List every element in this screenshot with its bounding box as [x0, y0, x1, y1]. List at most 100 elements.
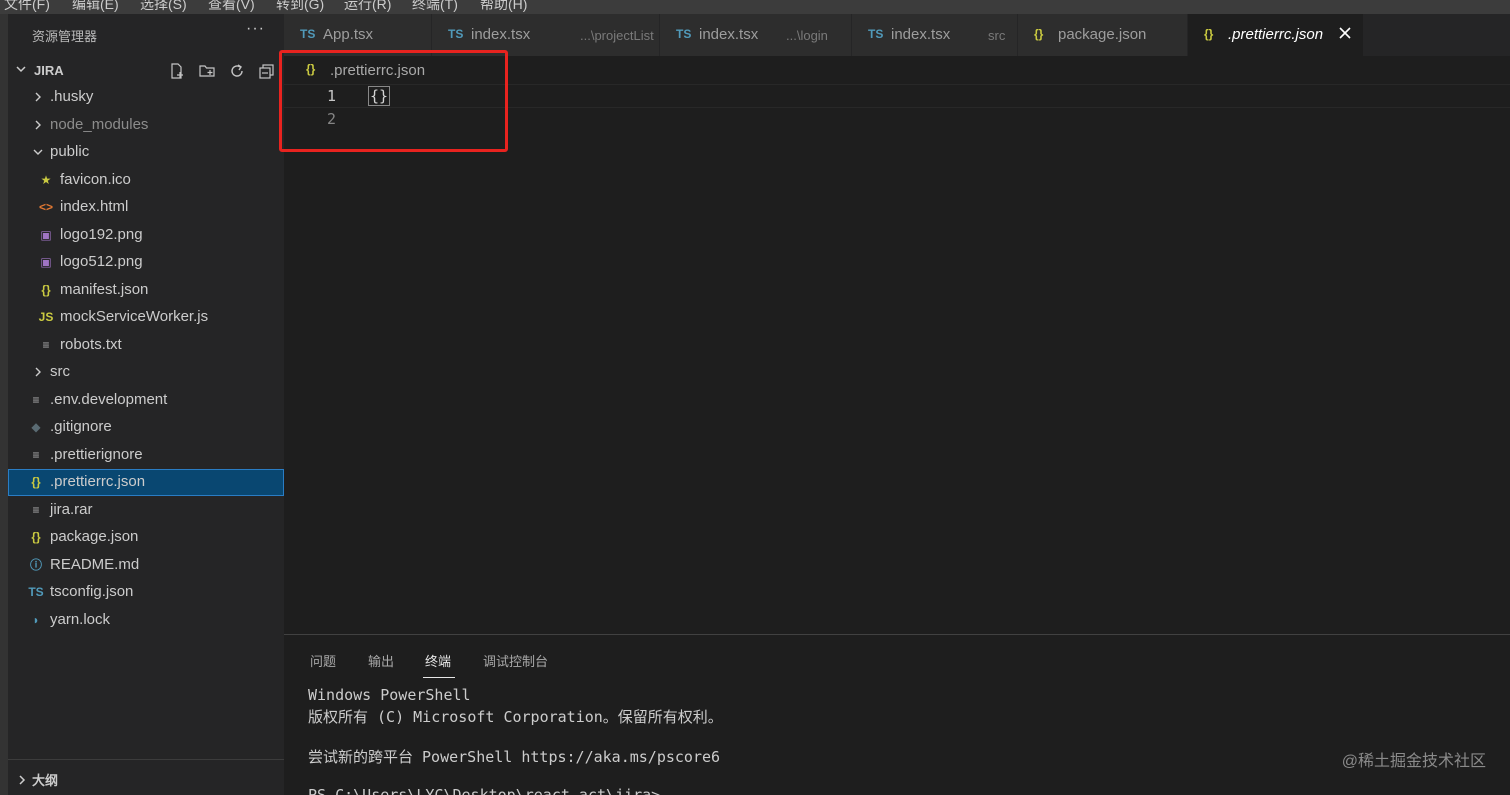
- panel-tab-debug-console[interactable]: 调试控制台: [483, 651, 548, 670]
- ts-file-icon: TS: [448, 27, 464, 41]
- tab-label: App.tsx: [323, 26, 374, 43]
- tree-folder[interactable]: public: [8, 139, 284, 166]
- menu-item[interactable]: 帮助(H): [480, 0, 527, 14]
- terminal-line: Windows PowerShell: [308, 686, 471, 704]
- tab-label: index.tsx: [699, 26, 759, 43]
- tree-file[interactable]: ≡ jira.rar: [8, 497, 284, 524]
- chevron-right-icon: [35, 367, 41, 377]
- menu-item[interactable]: 转到(G): [276, 0, 324, 14]
- tab-label: .prettierrc.json: [1228, 26, 1324, 43]
- chevron-right-icon: [19, 775, 26, 785]
- image-file-icon: ▣: [40, 227, 52, 242]
- image-file-icon: ▣: [40, 255, 52, 269]
- yarn-file-icon: ◗: [32, 612, 40, 627]
- tree-item-label: favicon.ico: [60, 170, 131, 188]
- annotation-highlight-box: [279, 50, 508, 152]
- tree-file[interactable]: ≡ .prettierignore: [8, 442, 284, 469]
- terminal-line: 尝试新的跨平台 PowerShell https://aka.ms/pscore…: [308, 748, 721, 766]
- tree-file[interactable]: ▣ logo512.png: [8, 249, 284, 276]
- menu-item[interactable]: 查看(V): [208, 0, 255, 14]
- watermark: @稀土掘金技术社区: [1341, 753, 1486, 770]
- tree-item-label: index.html: [60, 198, 129, 215]
- html-file-icon: <>: [38, 200, 53, 214]
- panel-tab-output[interactable]: 输出: [368, 651, 394, 670]
- menu-item[interactable]: 选择(S): [140, 0, 187, 14]
- menu-item[interactable]: 文件(F): [4, 0, 50, 14]
- tree-item-label: mockServiceWorker.js: [60, 308, 209, 325]
- tree-item-label: package.json: [50, 528, 139, 545]
- outline-section-header[interactable]: 大纲: [8, 759, 284, 795]
- tab-label: package.json: [1058, 26, 1147, 43]
- tree-item-label: logo512.png: [60, 253, 143, 270]
- menu-item[interactable]: 运行(R): [344, 0, 391, 14]
- json-file-icon: {}: [41, 282, 51, 297]
- ts-file-icon: TS: [676, 27, 692, 41]
- chevron-down-icon: [33, 149, 43, 155]
- tree-file[interactable]: JS mockServiceWorker.js: [8, 304, 284, 331]
- code-editor[interactable]: 1 {} 2: [284, 84, 1510, 634]
- git-file-icon: ◆: [31, 420, 41, 434]
- terminal-line: 版权所有 (C) Microsoft Corporation。保留所有权利。: [308, 708, 723, 726]
- tree-folder[interactable]: node_modules: [8, 112, 284, 139]
- new-folder-icon[interactable]: [196, 60, 218, 82]
- tree-item-label: manifest.json: [60, 280, 149, 298]
- collapse-all-icon[interactable]: [256, 60, 278, 82]
- tree-folder[interactable]: src: [8, 359, 284, 386]
- editor-tab[interactable]: {} .prettierrc.json: [1188, 14, 1364, 56]
- tree-file[interactable]: {} package.json: [8, 524, 284, 551]
- menu-item[interactable]: 编辑(E): [72, 0, 119, 14]
- refresh-icon[interactable]: [226, 60, 248, 82]
- tree-file[interactable]: {} manifest.json: [8, 277, 284, 304]
- json-file-icon: {}: [31, 530, 41, 544]
- tree-file[interactable]: ≡ .env.development: [8, 387, 284, 414]
- more-actions-icon[interactable]: ···: [246, 20, 265, 38]
- json-file-icon: {}: [31, 475, 41, 489]
- terminal-prompt[interactable]: PS C:\Users\LYC\Desktop\react-act\jira>: [308, 786, 660, 795]
- outline-label: 大纲: [32, 773, 59, 788]
- chevron-right-icon: [35, 92, 41, 102]
- tab-description: ...\login: [786, 28, 828, 43]
- text-file-icon: ≡: [32, 502, 40, 517]
- tree-item-label: yarn.lock: [50, 610, 111, 628]
- tree-item-label: jira.rar: [50, 500, 93, 518]
- text-file-icon: ≡: [32, 392, 40, 407]
- ts-file-icon: TS: [300, 27, 316, 41]
- tab-label: index.tsx: [891, 26, 951, 43]
- activity-bar: [0, 14, 8, 795]
- new-file-icon[interactable]: [166, 60, 188, 82]
- active-tab-indicator: [423, 677, 455, 678]
- tree-item-label: public: [50, 143, 90, 160]
- close-icon[interactable]: [1336, 24, 1354, 42]
- tree-item-label: src: [50, 363, 70, 380]
- text-file-icon: ≡: [42, 337, 50, 352]
- star-file-icon: ★: [40, 172, 52, 187]
- tree-file[interactable]: ◗ yarn.lock: [8, 607, 284, 634]
- chevron-down-icon: [16, 66, 26, 73]
- tree-file[interactable]: ★ favicon.ico: [8, 167, 284, 194]
- tree-item-label: tsconfig.json: [50, 583, 134, 600]
- tree-file[interactable]: TS tsconfig.json: [8, 579, 284, 606]
- explorer-title: 资源管理器: [32, 29, 98, 44]
- editor-tab[interactable]: {} package.json: [1018, 14, 1188, 56]
- panel-tab-problems[interactable]: 问题: [310, 651, 336, 670]
- tree-item-label: .husky: [50, 88, 94, 105]
- menu-item[interactable]: 终端(T): [412, 0, 458, 14]
- panel-tab-terminal[interactable]: 终端: [425, 651, 451, 670]
- tree-item-label: README.md: [50, 555, 140, 573]
- tree-file[interactable]: ⓘ README.md: [8, 552, 284, 579]
- json-file-icon: {}: [1034, 27, 1044, 41]
- ts-file-icon: TS: [868, 27, 884, 41]
- tree-file[interactable]: ≡ robots.txt: [8, 332, 284, 359]
- editor-tab[interactable]: TS index.tsx ...\login: [660, 14, 852, 56]
- tree-file[interactable]: <> index.html: [8, 194, 284, 221]
- explorer-sidebar: 资源管理器 ··· JIRA .husky node_modulespublic ★…: [8, 14, 284, 795]
- project-name: JIRA: [34, 63, 64, 78]
- editor-tab[interactable]: TS index.tsx src: [852, 14, 1018, 56]
- tree-file[interactable]: {} .prettierrc.json: [8, 469, 284, 496]
- tree-file[interactable]: ◆ .gitignore: [8, 414, 284, 441]
- tab-description: ...\projectList: [580, 28, 654, 43]
- tree-folder[interactable]: .husky: [8, 84, 284, 111]
- tree-item-label: node_modules: [50, 115, 149, 133]
- tree-file[interactable]: ▣ logo192.png: [8, 222, 284, 249]
- project-folder-header[interactable]: JIRA: [8, 58, 284, 84]
